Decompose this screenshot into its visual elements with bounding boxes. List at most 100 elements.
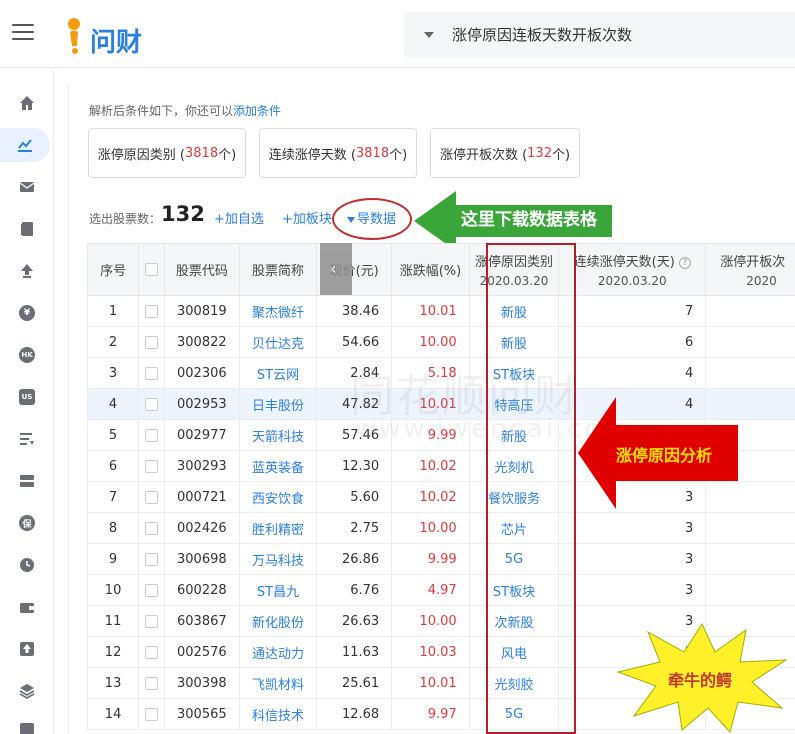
- table-row[interactable]: 2 300822 贝仕达克 54.66 10.00 新股 6: [87, 326, 795, 358]
- table-row[interactable]: 8 002426 胜利精密 2.75 10.00 芯片 3: [87, 512, 795, 544]
- query-input[interactable]: 涨停原因连板天数开板次数: [404, 12, 795, 58]
- cell-select[interactable]: [138, 667, 165, 699]
- sidebar-item-hk[interactable]: HK: [0, 338, 54, 372]
- row-checkbox[interactable]: [144, 335, 158, 349]
- cell-price: 38.46: [316, 295, 393, 327]
- row-checkbox[interactable]: [144, 304, 158, 318]
- caret-down-icon[interactable]: [424, 32, 434, 38]
- query-text[interactable]: 涨停原因连板天数开板次数: [452, 24, 632, 45]
- cell-name[interactable]: 通达动力: [238, 636, 318, 668]
- cell-select[interactable]: [138, 295, 165, 327]
- row-checkbox[interactable]: [144, 397, 158, 411]
- row-checkbox[interactable]: [144, 459, 158, 473]
- select-all-checkbox[interactable]: [144, 263, 158, 276]
- scroll-left-button[interactable]: ‹: [320, 243, 352, 295]
- cell-name[interactable]: 胜利精密: [238, 512, 318, 544]
- cell-price: 5.60: [316, 481, 393, 513]
- add-sector-button[interactable]: +加板块: [282, 208, 332, 227]
- result-count: 132: [161, 202, 205, 226]
- cell-name[interactable]: 万马科技: [238, 543, 318, 575]
- condition-unit: 个): [551, 147, 571, 163]
- cell-name[interactable]: 西安饮食: [238, 481, 318, 513]
- cell-select[interactable]: [138, 636, 165, 668]
- cell-name[interactable]: 飞凯材料: [238, 667, 318, 699]
- cell-select[interactable]: [138, 574, 165, 606]
- sidebar-item-wallet[interactable]: [0, 590, 54, 624]
- cell-name[interactable]: ST昌九: [238, 574, 318, 606]
- us-icon: US: [19, 389, 35, 405]
- row-checkbox[interactable]: [144, 490, 158, 504]
- header-code[interactable]: 股票代码: [163, 243, 240, 296]
- sidebar-item-more[interactable]: [0, 713, 54, 734]
- condition-card-days[interactable]: 连续涨停天数 (3818 个): [259, 128, 417, 178]
- cell-code: 300293: [163, 450, 240, 482]
- cell-name[interactable]: 科信技术: [238, 698, 318, 730]
- sidebar-item-insurance[interactable]: 保: [0, 506, 54, 540]
- sidebar-item-upload[interactable]: [0, 254, 54, 288]
- logo-mark-icon: [68, 18, 80, 54]
- cell-name[interactable]: 新化股份: [238, 605, 318, 637]
- cell-name[interactable]: ST云网: [238, 357, 318, 389]
- chart-icon: [18, 139, 32, 152]
- condition-card-reason[interactable]: 涨停原因类别 (3818 个): [88, 128, 246, 178]
- cell-select[interactable]: [138, 326, 165, 358]
- cell-name[interactable]: 贝仕达克: [238, 326, 318, 358]
- row-checkbox[interactable]: [144, 583, 158, 597]
- cell-change: 10.03: [391, 636, 470, 668]
- table-row[interactable]: 9 300698 万马科技 26.86 9.99 5G 3: [87, 543, 795, 575]
- sidebar-item-layers[interactable]: [0, 674, 54, 708]
- cell-code: 002576: [163, 636, 240, 668]
- sidebar-item-mail[interactable]: [0, 170, 54, 204]
- cell-select[interactable]: [138, 698, 165, 730]
- header-name[interactable]: 股票简称: [238, 243, 318, 296]
- cell-days: 7: [558, 295, 707, 327]
- cell-name[interactable]: 聚杰微纤: [238, 295, 318, 327]
- row-checkbox[interactable]: [144, 428, 158, 442]
- help-icon[interactable]: ?: [678, 257, 691, 269]
- hk-icon: HK: [19, 347, 35, 363]
- row-checkbox[interactable]: [144, 645, 158, 659]
- sidebar-item-arrow-up[interactable]: [0, 632, 54, 666]
- cell-select[interactable]: [138, 450, 165, 482]
- sidebar-item-home[interactable]: [0, 86, 54, 120]
- reason-hint-annotation: 涨停原因分析: [616, 446, 713, 465]
- sidebar-item-clock[interactable]: [0, 548, 54, 582]
- row-checkbox[interactable]: [144, 552, 158, 566]
- sidebar-item-server[interactable]: [0, 464, 54, 498]
- sidebar-item-book[interactable]: [0, 212, 54, 246]
- header-days[interactable]: 连续涨停天数(天) ? 2020.03.20: [558, 243, 707, 296]
- cell-select[interactable]: [138, 512, 165, 544]
- cell-select[interactable]: [138, 357, 165, 389]
- table-row[interactable]: 1 300819 聚杰微纤 38.46 10.01 新股 7: [87, 295, 795, 327]
- sidebar-item-us[interactable]: US: [0, 380, 54, 414]
- add-watchlist-button[interactable]: +加自选: [214, 208, 264, 227]
- sidebar-item-chart[interactable]: [0, 128, 50, 162]
- cell-select[interactable]: [138, 605, 165, 637]
- sidebar-item-yen[interactable]: ¥: [0, 296, 54, 330]
- table-row[interactable]: 10 600228 ST昌九 6.76 4.97 ST板块 3: [87, 574, 795, 606]
- cell-code: 002426: [163, 512, 240, 544]
- condition-card-opens[interactable]: 涨停开板次数 (132 个): [430, 128, 580, 178]
- sidebar-item-filter[interactable]: [0, 422, 54, 456]
- add-condition-link[interactable]: 添加条件: [233, 104, 281, 118]
- header-select-all[interactable]: [138, 243, 165, 296]
- cell-name[interactable]: 蓝英装备: [238, 450, 318, 482]
- cell-name[interactable]: 天箭科技: [238, 419, 318, 451]
- header-change[interactable]: 涨跌幅(%): [391, 243, 470, 296]
- cell-select[interactable]: [138, 543, 165, 575]
- cell-select[interactable]: [138, 419, 165, 451]
- cell-code: 300819: [163, 295, 240, 327]
- yen-icon: ¥: [19, 305, 35, 321]
- row-checkbox[interactable]: [144, 366, 158, 380]
- row-checkbox[interactable]: [144, 521, 158, 535]
- row-checkbox[interactable]: [144, 614, 158, 628]
- cell-select[interactable]: [138, 481, 165, 513]
- upload-icon: [21, 264, 33, 278]
- menu-icon[interactable]: [12, 24, 34, 42]
- row-checkbox[interactable]: [144, 676, 158, 690]
- row-checkbox[interactable]: [144, 707, 158, 721]
- cell-name[interactable]: 日丰股份: [238, 388, 318, 420]
- header-opens[interactable]: 涨停开板次 2020: [705, 243, 795, 296]
- cell-select[interactable]: [138, 388, 165, 420]
- cell-change: 10.02: [391, 481, 470, 513]
